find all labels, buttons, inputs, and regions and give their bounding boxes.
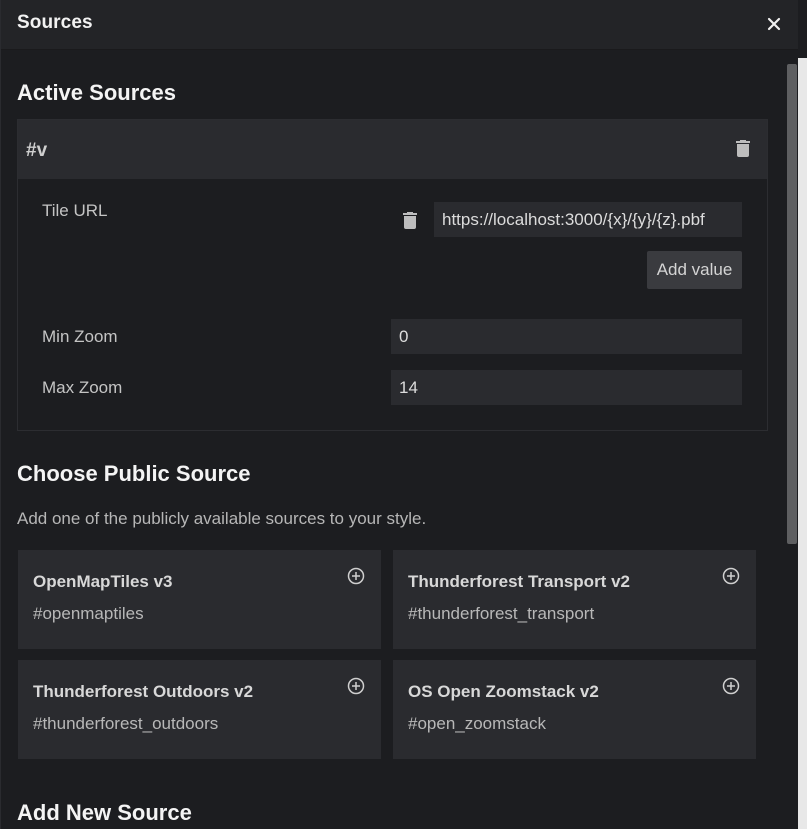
public-source-openmaptiles[interactable]: OpenMapTiles v3 #openmaptiles (18, 550, 381, 649)
public-source-id: #thunderforest_transport (408, 604, 595, 623)
public-source-thunderforest-outdoors[interactable]: Thunderforest Outdoors v2 #thunderforest… (18, 660, 381, 759)
public-source-thunderforest-transport[interactable]: Thunderforest Transport v2 #thunderfores… (393, 550, 756, 649)
public-source-title: Thunderforest Transport v2 (408, 572, 630, 591)
source-card-header: #v (18, 120, 767, 179)
add-circle-icon[interactable] (722, 677, 740, 695)
scrollbar-thumb[interactable] (787, 64, 797, 544)
page-edge-top (798, 0, 807, 58)
public-source-title: OS Open Zoomstack v2 (408, 682, 599, 701)
public-source-description: Add one of the publicly available source… (17, 509, 427, 528)
delete-source-icon[interactable] (736, 140, 750, 158)
min-zoom-input[interactable]: 0 (391, 319, 742, 354)
choose-public-source-heading: Choose Public Source (17, 461, 251, 486)
public-source-id: #openmaptiles (33, 604, 144, 623)
min-zoom-label: Min Zoom (42, 327, 118, 346)
max-zoom-label: Max Zoom (42, 378, 123, 397)
source-id: #v (26, 140, 48, 161)
active-sources-heading: Active Sources (17, 80, 176, 105)
public-source-os-open-zoomstack[interactable]: OS Open Zoomstack v2 #open_zoomstack (393, 660, 756, 759)
public-source-id: #open_zoomstack (408, 714, 546, 733)
add-circle-icon[interactable] (722, 567, 740, 585)
modal-title: Sources (17, 12, 93, 33)
add-new-source-heading: Add New Source (17, 800, 192, 825)
delete-tile-url-icon[interactable] (403, 212, 417, 230)
modal-header: Sources (1, 0, 799, 50)
public-source-title: OpenMapTiles v3 (33, 572, 173, 591)
public-source-title: Thunderforest Outdoors v2 (33, 682, 254, 701)
max-zoom-input[interactable]: 14 (391, 370, 742, 405)
scrollbar[interactable] (784, 50, 799, 829)
tile-url-input[interactable]: https://localhost:3000/{x}/{y}/{z}.pbf (434, 202, 742, 237)
add-value-button[interactable]: Add value (647, 251, 742, 289)
public-source-id: #thunderforest_outdoors (33, 714, 219, 733)
sources-modal: Sources Active Sources #v Tile URL https… (0, 0, 799, 829)
tile-url-label: Tile URL (42, 201, 108, 220)
add-circle-icon[interactable] (347, 677, 365, 695)
add-circle-icon[interactable] (347, 567, 365, 585)
close-icon[interactable] (763, 13, 785, 35)
page-scrollbar-track[interactable] (798, 58, 807, 829)
